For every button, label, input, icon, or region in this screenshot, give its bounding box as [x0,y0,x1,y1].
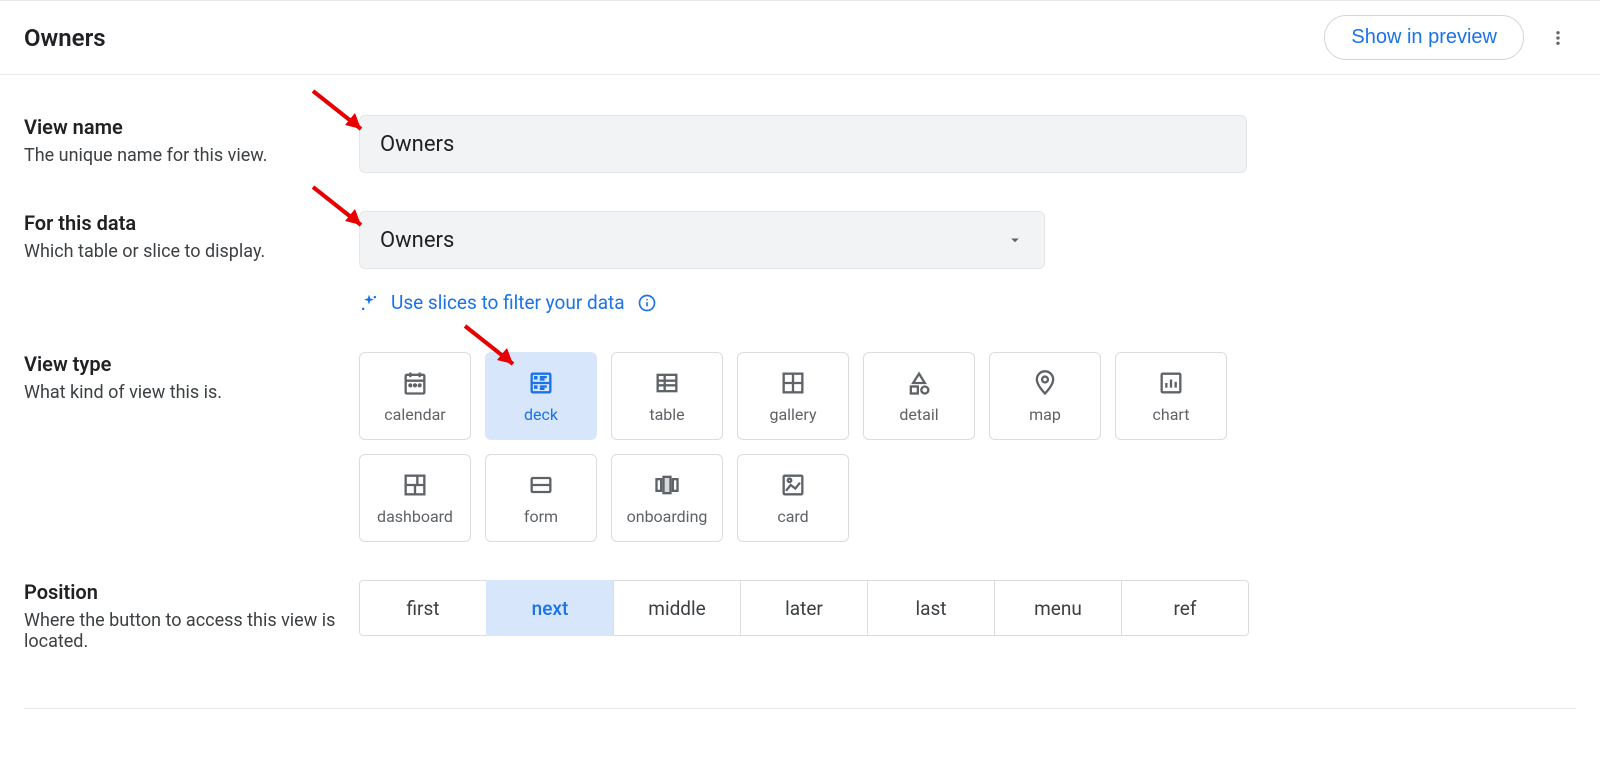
view-type-form[interactable]: form [485,454,597,542]
position-label: Position [24,580,359,604]
view-type-label-text: calendar [384,405,445,424]
sparkle-icon [359,293,379,313]
view-type-label-text: map [1029,405,1061,424]
view-name-desc: The unique name for this view. [24,145,359,166]
view-type-onboarding[interactable]: onboarding [611,454,723,542]
for-this-data-value: Owners [380,228,454,253]
position-menu[interactable]: menu [994,580,1122,636]
position-next[interactable]: next [486,580,614,636]
view-name-label: View name [24,115,359,139]
caret-down-icon [1006,231,1024,249]
view-type-deck[interactable]: deck [485,352,597,440]
view-type-label: View type [24,352,359,376]
view-type-desc: What kind of view this is. [24,382,359,403]
view-type-table[interactable]: table [611,352,723,440]
for-this-data-label: For this data [24,211,359,235]
gallery-icon [779,369,807,397]
view-type-label-text: dashboard [377,507,453,526]
position-first[interactable]: first [359,580,487,636]
position-options: first next middle later last menu ref [359,580,1249,636]
table-icon [653,369,681,397]
for-this-data-select[interactable]: Owners [359,211,1045,269]
info-icon[interactable] [637,293,657,313]
view-name-input[interactable]: Owners [359,115,1247,173]
view-type-label-text: detail [899,405,938,424]
use-slices-link[interactable]: Use slices to filter your data [391,291,625,314]
view-type-dashboard[interactable]: dashboard [359,454,471,542]
view-type-calendar[interactable]: calendar [359,352,471,440]
position-later[interactable]: later [740,580,868,636]
chart-icon [1157,369,1185,397]
view-type-map[interactable]: map [989,352,1101,440]
detail-icon [905,369,933,397]
view-type-label-text: card [777,507,808,526]
view-type-label-text: chart [1153,405,1190,424]
card-icon [779,471,807,499]
more-vertical-icon [1549,28,1567,48]
view-type-label-text: gallery [769,405,816,424]
view-type-detail[interactable]: detail [863,352,975,440]
onboarding-icon [653,471,681,499]
view-type-chart[interactable]: chart [1115,352,1227,440]
view-type-label-text: table [649,405,684,424]
position-last[interactable]: last [867,580,995,636]
deck-icon [527,369,555,397]
position-ref[interactable]: ref [1121,580,1249,636]
divider [24,708,1576,709]
position-middle[interactable]: middle [613,580,741,636]
form-icon [527,471,555,499]
header-bar: Owners Show in preview [0,0,1600,75]
view-type-options: calendar deck table gallery [359,352,1239,542]
view-type-label-text: form [524,507,558,526]
dashboard-icon [401,471,429,499]
view-name-value: Owners [380,132,454,157]
view-type-label-text: onboarding [627,507,708,526]
calendar-icon [401,369,429,397]
for-this-data-desc: Which table or slice to display. [24,241,359,262]
position-desc: Where the button to access this view is … [24,610,359,652]
show-in-preview-button[interactable]: Show in preview [1324,15,1524,60]
view-type-gallery[interactable]: gallery [737,352,849,440]
view-type-label-text: deck [524,405,558,424]
view-type-card[interactable]: card [737,454,849,542]
page-title: Owners [24,24,106,52]
map-icon [1031,369,1059,397]
more-menu-button[interactable] [1540,20,1576,56]
